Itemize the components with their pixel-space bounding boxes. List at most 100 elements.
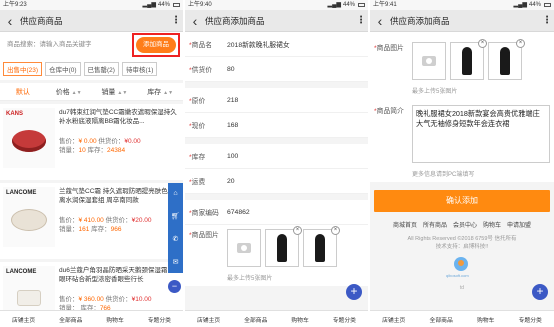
sales-label: 销量： xyxy=(59,147,79,154)
supply-label: 供货价： xyxy=(98,138,125,145)
add-fab-button[interactable]: + xyxy=(532,284,548,300)
upload-image-button[interactable] xyxy=(412,42,446,80)
current-price-input[interactable]: 168 xyxy=(227,122,238,129)
sort-stock-label: 库存 xyxy=(147,88,162,96)
remove-image-icon[interactable]: × xyxy=(516,39,525,48)
field-label: 原价 xyxy=(191,98,206,105)
product-image: LANCOME xyxy=(3,187,55,247)
tab-on-sale[interactable]: 出售中(23) xyxy=(3,62,43,76)
back-arrow-icon[interactable]: ‹ xyxy=(370,10,390,32)
merchant-code-input[interactable]: 674862 xyxy=(227,209,250,216)
stock-input[interactable]: 100 xyxy=(227,153,238,160)
more-menu-icon[interactable]: ⋮ xyxy=(169,10,183,32)
sort-sales[interactable]: 销量 ▲▼ xyxy=(92,87,138,97)
footer-link-member[interactable]: 会员中心 xyxy=(453,220,477,229)
supply-label: 供货价： xyxy=(105,296,132,303)
nav-store-home[interactable]: 店铺主页 xyxy=(12,315,35,324)
cream-jar-shape xyxy=(17,290,41,306)
nav-cart[interactable]: 购物车 xyxy=(291,315,308,324)
list-item[interactable]: LANCOME 兰蔻气垫CC霜 持久遮瑕防晒提亮肤色隔离水润保湿套组 周卒南同款… xyxy=(0,183,183,259)
floating-shortcut-bar: ⌂ 🛒︎ ✆ ✉ xyxy=(168,183,183,273)
supply-price-input[interactable]: 80 xyxy=(227,66,235,73)
merchant-code-field[interactable]: *商家编码 674862 xyxy=(185,200,368,225)
supply-price: ¥0.00 xyxy=(124,138,141,145)
stock-field[interactable]: *库存 100 xyxy=(185,144,368,169)
remove-image-icon[interactable]: × xyxy=(331,226,340,235)
sort-arrows-icon: ▲▼ xyxy=(163,89,174,96)
field-label: 库存 xyxy=(191,154,206,161)
sort-stock[interactable]: 库存 ▲▼ xyxy=(137,87,183,97)
product-name-input[interactable]: 2018新款晚礼服裙女 xyxy=(227,39,290,49)
cart-icon[interactable]: 🛒︎ xyxy=(171,212,180,220)
remove-image-icon[interactable]: × xyxy=(293,226,302,235)
upload-image-button[interactable] xyxy=(227,229,261,267)
back-arrow-icon[interactable]: ‹ xyxy=(185,10,205,32)
nav-all-products[interactable]: 全部商品 xyxy=(430,315,453,324)
app-bar: ‹ 供应商商品 ⋮ xyxy=(0,10,183,32)
nav-store-home[interactable]: 店铺主页 xyxy=(382,315,405,324)
current-price-field[interactable]: *现价 168 xyxy=(185,113,368,138)
stock-count: 966 xyxy=(110,226,122,233)
collapse-shortcuts-button[interactable]: − xyxy=(168,280,181,293)
price-label: 售价： xyxy=(59,138,79,145)
dress-photo xyxy=(462,47,472,75)
product-name-field[interactable]: *商品名 2018新款晚礼服裙女 xyxy=(185,32,368,57)
field-label: 商品图片 xyxy=(191,232,219,239)
stock-count: 24384 xyxy=(107,147,126,154)
price-label: 售价： xyxy=(59,296,79,303)
footer-link-all-products[interactable]: 所有商品 xyxy=(423,220,447,229)
footer-link-cart[interactable]: 购物车 xyxy=(483,220,501,229)
signal-icon: ▂▄▆ xyxy=(142,2,156,8)
nav-cart[interactable]: 购物车 xyxy=(477,315,494,324)
nav-categories[interactable]: 专题分类 xyxy=(148,315,171,324)
add-product-button[interactable]: 添加商品 xyxy=(136,37,176,53)
confirm-add-button[interactable]: 确认添加 xyxy=(374,190,550,212)
original-price-input[interactable]: 218 xyxy=(227,97,238,104)
nav-store-home[interactable]: 店铺主页 xyxy=(197,315,220,324)
back-arrow-icon[interactable]: ‹ xyxy=(0,10,20,32)
nav-all-products[interactable]: 全部商品 xyxy=(59,315,82,324)
footer-link-join[interactable]: 申请加盟 xyxy=(507,220,531,229)
field-label: 运费 xyxy=(191,179,206,186)
remove-image-icon[interactable]: × xyxy=(478,39,487,48)
add-fab-button[interactable]: + xyxy=(346,284,362,300)
bottom-nav: 店铺主页 全部商品 购物车 专题分类 xyxy=(185,310,368,327)
bottom-nav: 店铺主页 全部商品 购物车 专题分类 xyxy=(0,310,183,327)
footer-link-home[interactable]: 商城首页 xyxy=(393,220,417,229)
mail-icon[interactable]: ✉ xyxy=(173,258,179,266)
field-label: 供货价 xyxy=(191,67,213,74)
shipping-fee-input[interactable]: 20 xyxy=(227,178,235,185)
sort-tabs: 默认 价格 ▲▼ 销量 ▲▼ 库存 ▲▼ xyxy=(0,83,183,101)
home-icon[interactable]: ⌂ xyxy=(173,190,177,197)
more-menu-icon[interactable]: ⋮ xyxy=(540,10,554,32)
description-textarea[interactable]: 晚礼服裙女2018新款宴会高贵优雅端庄大气无袖修身短款年会连衣裙 xyxy=(412,105,550,163)
field-label: 商品简介 xyxy=(376,108,404,115)
nav-categories[interactable]: 专题分类 xyxy=(519,315,542,324)
signal-icon: ▂▄▆ xyxy=(327,2,341,8)
sort-price-label: 价格 xyxy=(55,88,70,96)
product-name: du7韩束红润气垫CC霜嫩农遮暇保湿持久补水粉底液隔离BB霜化妆品... xyxy=(59,109,177,125)
nav-all-products[interactable]: 全部商品 xyxy=(244,315,267,324)
tab-pending-review[interactable]: 待审核(1) xyxy=(121,62,158,76)
search-input[interactable]: 商品搜索：请输入商品关键字 xyxy=(3,37,132,53)
bottom-nav: 店铺主页 全部商品 购物车 专题分类 xyxy=(370,310,554,327)
supply-price-field[interactable]: *供货价 80 xyxy=(185,57,368,82)
image-hint: 最多上传5张图片 xyxy=(370,84,554,99)
original-price-field[interactable]: *原价 218 xyxy=(185,88,368,113)
nav-cart[interactable]: 购物车 xyxy=(106,315,123,324)
product-images-row: *商品图片 × × xyxy=(370,32,554,84)
tab-sold-out[interactable]: 已售罄(2) xyxy=(83,62,119,76)
cushion-compact-shape xyxy=(11,209,47,231)
nav-categories[interactable]: 专题分类 xyxy=(333,315,356,324)
shipping-fee-field[interactable]: *运费 20 xyxy=(185,169,368,194)
uploaded-image: × xyxy=(265,226,302,267)
tab-warehouse[interactable]: 仓库中(0) xyxy=(45,62,81,76)
list-item[interactable]: KANS du7韩束红润气垫CC霜嫩农遮暇保湿持久补水粉底液隔离BB霜化妆品..… xyxy=(0,104,183,180)
battery-level: 44% xyxy=(157,2,170,8)
sort-default[interactable]: 默认 xyxy=(0,87,46,97)
sort-price[interactable]: 价格 ▲▼ xyxy=(46,87,92,97)
phone-icon[interactable]: ✆ xyxy=(173,235,179,243)
supply-label: 供货价： xyxy=(105,217,132,224)
more-menu-icon[interactable]: ⋮ xyxy=(354,10,368,32)
product-price: ¥ 0.00 xyxy=(78,138,97,145)
